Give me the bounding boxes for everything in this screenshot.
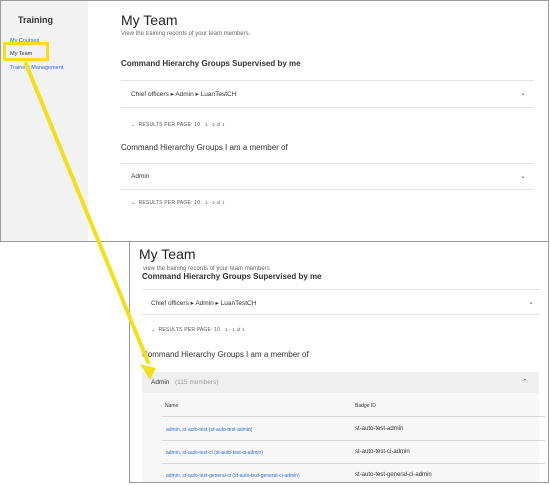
divider xyxy=(162,416,545,417)
chevron-down-icon: ⌄ xyxy=(131,122,136,128)
divider xyxy=(121,163,534,164)
table-row-badge: st-auto-test-ci-admin xyxy=(355,449,410,455)
sidebar-item-training-management[interactable]: Training Management xyxy=(10,65,63,71)
results-per-page-label: RESULTS PER PAGE: 10 xyxy=(158,327,221,333)
chevron-down-icon[interactable]: ⌄ xyxy=(520,172,526,180)
results-range: 1 - 1 of 1 xyxy=(204,122,225,127)
table-row-badge: st-auto-test-admin xyxy=(355,426,404,432)
results-per-page[interactable]: ⌄ RESULTS PER PAGE: 10 1 - 1 of 1 xyxy=(151,327,245,333)
results-per-page[interactable]: ⌄ RESULTS PER PAGE: 10 1 - 1 of 1 xyxy=(131,200,225,206)
chevron-down-icon: ⌄ xyxy=(151,327,156,333)
sidebar-title: Training xyxy=(18,15,54,25)
member-heading: Command Hierarchy Groups I am a member o… xyxy=(142,350,309,359)
chevron-down-icon[interactable]: ⌄ xyxy=(528,298,534,306)
page-subtitle: View the training records of your team m… xyxy=(121,31,251,37)
supervised-group-row[interactable]: Chief officers ▸ Admin ▸ LuanTestCH xyxy=(131,90,236,98)
my-team-highlight-box xyxy=(3,42,49,61)
column-header-badge-id: Badge ID xyxy=(355,403,376,409)
supervised-group-row[interactable]: Chief officers ▸ Admin ▸ LuanTestCH xyxy=(151,299,256,307)
members-table: Name Badge ID admin, st-auto-test (st-au… xyxy=(142,393,545,482)
chevron-down-icon: ⌄ xyxy=(131,200,136,206)
divider xyxy=(142,289,540,290)
table-row-badge: st-auto-test-general-ci-admin xyxy=(355,472,432,478)
results-per-page-label: RESULTS PER PAGE: 10 xyxy=(138,122,201,128)
member-count: (115 members) xyxy=(175,379,219,386)
chevron-down-icon[interactable]: ⌄ xyxy=(520,89,526,97)
chevron-up-icon[interactable]: ⌃ xyxy=(522,378,528,386)
admin-group-header[interactable]: Admin (115 members) ⌃ xyxy=(142,372,539,393)
sidebar: Training My Courses My Team Training Man… xyxy=(1,1,88,241)
results-range: 1 - 1 of 1 xyxy=(204,200,225,205)
member-heading: Command Hierarchy Groups I am a member o… xyxy=(121,143,288,152)
supervised-heading: Command Hierarchy Groups Supervised by m… xyxy=(142,272,322,281)
divider xyxy=(121,80,534,81)
divider xyxy=(162,440,545,441)
back-main-content: My Team View the training records of you… xyxy=(121,1,548,241)
results-range: 1 - 1 of 1 xyxy=(224,327,245,332)
page-title: My Team xyxy=(121,12,178,28)
table-row-name-link[interactable]: admin, st-auto-test (st-auto-test-admin) xyxy=(166,427,252,433)
results-per-page-label: RESULTS PER PAGE: 10 xyxy=(138,200,201,206)
divider xyxy=(162,463,545,464)
divider xyxy=(142,314,540,315)
front-screenshot-panel: My Team view the training records of you… xyxy=(129,241,549,483)
back-screenshot-panel: Training My Courses My Team Training Man… xyxy=(0,0,549,242)
page-title: My Team xyxy=(139,246,196,262)
column-header-name: Name xyxy=(165,403,179,409)
results-per-page[interactable]: ⌄ RESULTS PER PAGE: 10 1 - 1 of 1 xyxy=(131,122,225,128)
table-row-name-link[interactable]: admin, st-auto-test-general-ci (st-auto-… xyxy=(166,473,300,479)
admin-group-label: Admin xyxy=(151,379,170,386)
divider xyxy=(121,107,534,108)
table-row-name-link[interactable]: admin, st-auto-test-ci (st-auto-test-ci-… xyxy=(166,450,263,456)
divider xyxy=(121,189,534,190)
supervised-heading: Command Hierarchy Groups Supervised by m… xyxy=(121,59,301,68)
member-group-row[interactable]: Admin xyxy=(131,173,149,180)
